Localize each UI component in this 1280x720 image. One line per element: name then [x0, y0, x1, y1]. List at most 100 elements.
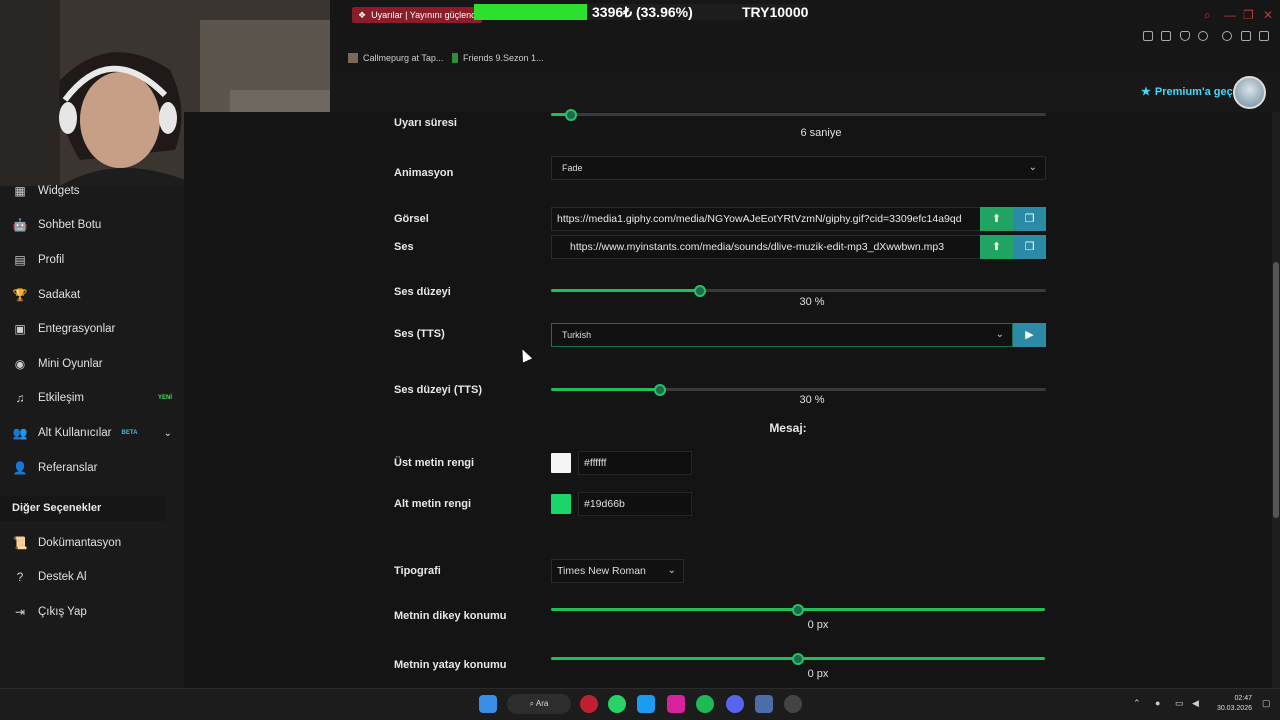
- sidebar-item-referrals[interactable]: 👤 Referanslar: [12, 458, 172, 478]
- sound-library-button[interactable]: ❐: [1013, 235, 1046, 259]
- users-icon: 👥: [12, 426, 28, 440]
- taskbar-search-label: Ara: [535, 699, 549, 708]
- alert-duration-thumb[interactable]: [564, 108, 577, 121]
- gamepad-icon: ◉: [14, 357, 26, 371]
- sound-url-input[interactable]: https://www.myinstants.com/media/sounds/…: [551, 235, 981, 259]
- shield-icon[interactable]: [1180, 31, 1190, 41]
- sidebar-item-sub-users[interactable]: 👥 Alt Kullanıcılar BETA ⌄: [12, 423, 172, 443]
- upload-sound-button[interactable]: ⬆: [980, 235, 1013, 259]
- gallery-icon: ❐: [1024, 213, 1035, 225]
- sidebar-item-widgets[interactable]: ▦ Widgets: [12, 181, 172, 201]
- top-text-color-label: Üst metin rengi: [394, 457, 475, 469]
- sidebar-item-label: Widgets: [38, 185, 80, 197]
- app-header: [330, 72, 1280, 112]
- sidebar-section-title: Diğer Seçenekler: [0, 496, 166, 521]
- main-content: [184, 112, 1272, 688]
- image-library-button[interactable]: ❐: [1013, 207, 1046, 231]
- profile-icon[interactable]: [1222, 31, 1232, 41]
- tts-label: Ses (TTS): [394, 328, 445, 340]
- sidebar-item-interaction[interactable]: ♫ Etkileşim YENİ: [12, 388, 173, 408]
- alerts-overlay-text: Uyarılar | Yayınını güçlend: [371, 10, 477, 20]
- steam-icon[interactable]: [784, 695, 802, 713]
- top-text-color-input[interactable]: #ffffff: [578, 451, 692, 475]
- image-label: Görsel: [394, 213, 429, 225]
- vertical-position-slider[interactable]: [551, 603, 1045, 616]
- avatar[interactable]: [1233, 76, 1266, 109]
- grid-icon: ▦: [14, 184, 26, 198]
- bookmark-item[interactable]: Callmepurg at Tap...: [348, 53, 443, 63]
- sidebar-item-label: Destek Al: [38, 571, 87, 583]
- minimize-icon[interactable]: —: [1224, 8, 1236, 22]
- horizontal-position-slider[interactable]: [551, 652, 1045, 665]
- volume-thumb[interactable]: [693, 284, 706, 297]
- chevron-up-icon[interactable]: ⌃: [1133, 698, 1141, 709]
- taskbar-search[interactable]: ⌕ Ara: [507, 694, 571, 714]
- sidebar-item-logout[interactable]: ⇥ Çıkış Yap: [12, 602, 172, 622]
- scrollbar-thumb[interactable]: [1273, 262, 1279, 518]
- premium-button[interactable]: ★ Premium'a geç: [1141, 85, 1233, 99]
- twitter-icon[interactable]: [637, 695, 655, 713]
- screenshot-icon[interactable]: [1161, 31, 1171, 41]
- bottom-text-color-swatch[interactable]: [551, 494, 571, 514]
- sidebar-item-documentation[interactable]: 📜 Dokümantasyon: [12, 533, 172, 553]
- image-url-input[interactable]: https://media1.giphy.com/media/NGYowAJeE…: [551, 207, 981, 231]
- horizontal-position-label: Metnin yatay konumu: [394, 659, 507, 671]
- taskbar-clock[interactable]: 02:47 30.03.2026: [1210, 694, 1252, 714]
- typography-select[interactable]: Times New Roman ⌄: [551, 559, 684, 583]
- question-icon: ?: [16, 570, 24, 584]
- search-icon[interactable]: ⌕: [1204, 8, 1211, 23]
- top-text-color-swatch[interactable]: [551, 453, 571, 473]
- alerts-overlay-badge: ❖ Uyarılar | Yayınını güçlend: [352, 7, 483, 23]
- bookmark-label: Friends 9.Sezon 1...: [463, 53, 544, 63]
- network-icon[interactable]: ▭: [1175, 698, 1184, 709]
- search-icon: ⌕: [529, 699, 535, 708]
- upload-image-button[interactable]: ⬆: [980, 207, 1013, 231]
- close-icon[interactable]: ✕: [1263, 8, 1273, 22]
- tts-play-button[interactable]: ▶: [1013, 323, 1046, 347]
- download-icon[interactable]: [1241, 31, 1251, 41]
- vertical-position-value: 0 px: [807, 619, 829, 631]
- animation-select[interactable]: Fade ⌄: [551, 156, 1046, 180]
- opera-gx-icon[interactable]: [580, 695, 598, 713]
- play-icon: ▶: [1025, 329, 1034, 341]
- whatsapp-icon[interactable]: [608, 695, 626, 713]
- discord-icon[interactable]: [726, 695, 744, 713]
- sidebar-item-integrations[interactable]: ▣ Entegrasyonlar: [12, 319, 172, 339]
- tts-volume-label: Ses düzeyi (TTS): [394, 384, 483, 396]
- alert-duration-slider[interactable]: [551, 108, 1046, 121]
- sidebar-item-chat-bot[interactable]: 🤖 Sohbet Botu: [12, 215, 172, 235]
- id-card-icon: ▤: [14, 253, 26, 267]
- donation-goal-bar-fill: [474, 4, 588, 20]
- bookmark-item[interactable]: Friends 9.Sezon 1...: [452, 53, 544, 63]
- sidebar-item-label: Referanslar: [38, 462, 98, 474]
- app-icon[interactable]: [755, 695, 773, 713]
- restore-icon[interactable]: ❐: [1243, 8, 1254, 22]
- message-heading: Mesaj:: [769, 421, 807, 435]
- sidebar-item-loyalty[interactable]: 🏆 Sadakat: [12, 285, 172, 305]
- clock-time: 02:47: [1234, 695, 1252, 702]
- bottom-text-color-input[interactable]: #19d66b: [578, 492, 692, 516]
- alert-duration-label: Uyarı süresi: [394, 117, 457, 129]
- sidebar-item-profile[interactable]: ▤ Profil: [12, 250, 172, 270]
- star-icon: ★: [1141, 86, 1151, 98]
- instagram-icon[interactable]: [667, 695, 685, 713]
- windows-start-icon[interactable]: [479, 695, 497, 713]
- heart-icon[interactable]: [1198, 31, 1208, 41]
- tts-volume-thumb[interactable]: [653, 383, 666, 396]
- microphone-icon[interactable]: ●: [1155, 698, 1160, 708]
- tts-voice-select[interactable]: Turkish ⌄: [551, 323, 1013, 347]
- notification-icon[interactable]: ▢: [1262, 698, 1271, 709]
- sidebar-item-mini-games[interactable]: ◉ Mini Oyunlar: [12, 354, 172, 374]
- volume-slider[interactable]: [551, 284, 1046, 297]
- menu-icon[interactable]: [1259, 31, 1269, 41]
- spotify-icon[interactable]: [696, 695, 714, 713]
- pin-icon[interactable]: [1143, 31, 1153, 41]
- tts-volume-slider[interactable]: [551, 383, 1046, 396]
- chevron-down-icon[interactable]: ⌄: [164, 428, 172, 439]
- sidebar-item-label: Mini Oyunlar: [38, 358, 103, 370]
- vertical-position-thumb[interactable]: [792, 603, 804, 616]
- sidebar-item-support[interactable]: ? Destek Al: [12, 567, 172, 587]
- volume-icon[interactable]: ◀: [1192, 698, 1199, 709]
- bookmark-favicon-icon: [452, 53, 458, 63]
- horizontal-position-thumb[interactable]: [792, 652, 804, 665]
